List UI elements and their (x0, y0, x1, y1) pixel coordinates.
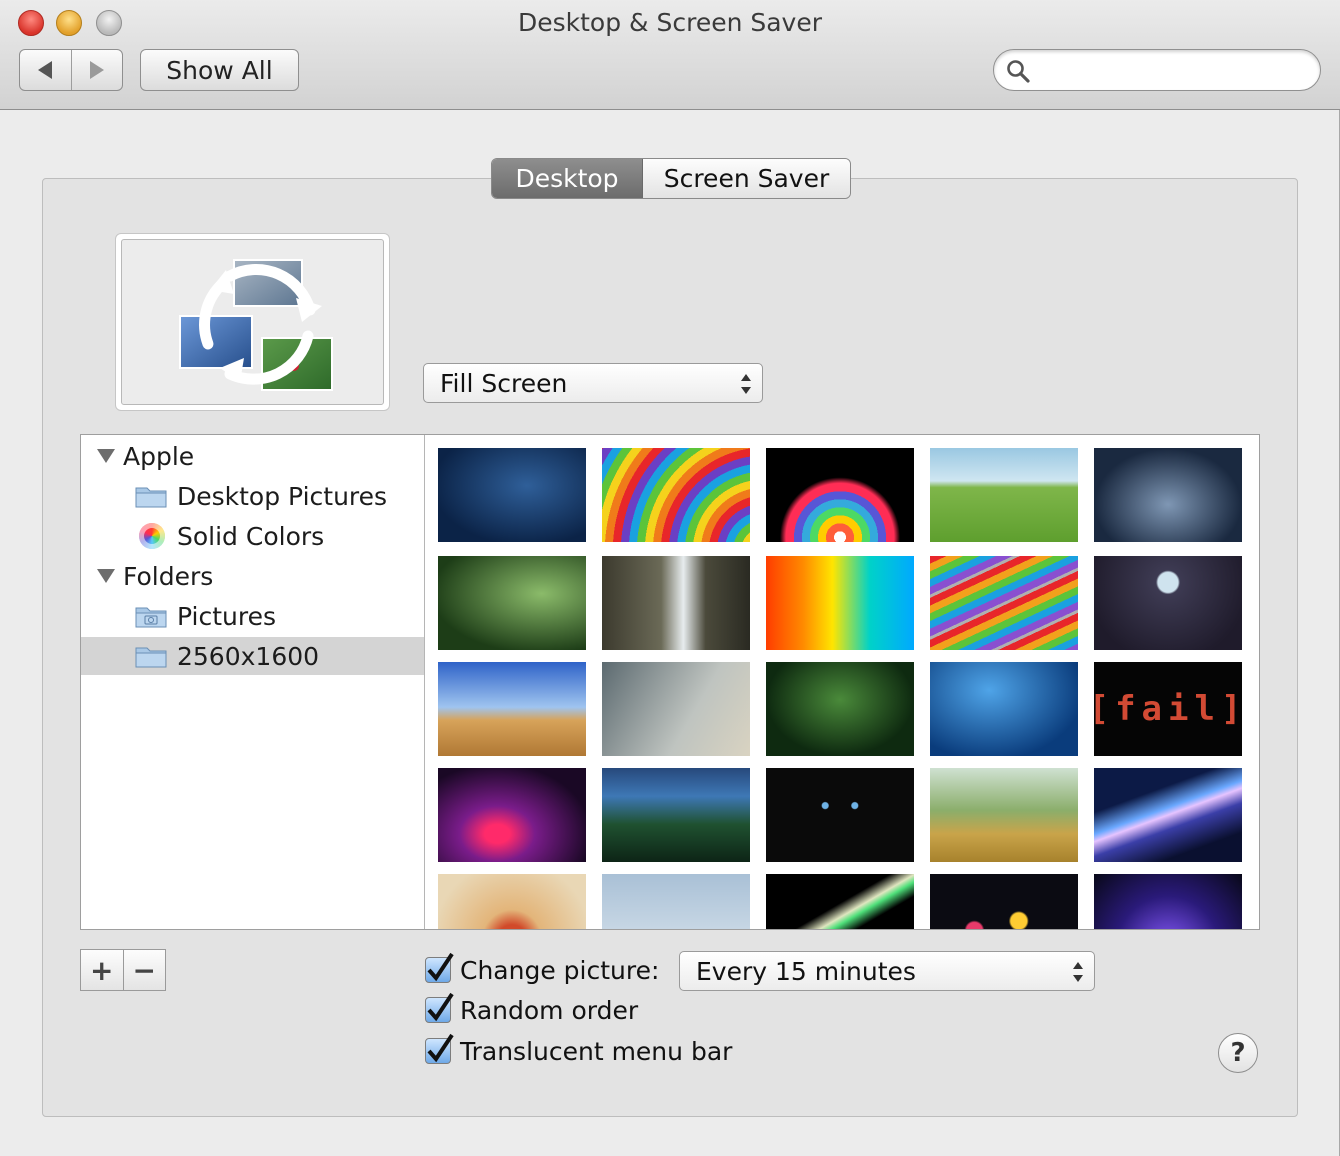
tab-control: Desktop Screen Saver (491, 158, 851, 199)
forward-arrow-icon (89, 61, 104, 79)
checkmark-icon (427, 952, 454, 982)
thumbnail-lego-stormtroopers[interactable] (1094, 448, 1242, 542)
thumbnail-rainbow-spiral[interactable] (602, 448, 750, 542)
updown-arrows-icon (741, 374, 751, 394)
sidebar-item-label: 2560x1600 (177, 641, 320, 671)
preferences-window: Desktop & Screen Saver Show All Desktop … (0, 0, 1340, 1156)
help-button[interactable]: ? (1218, 1033, 1258, 1073)
updown-arrows-icon (1073, 962, 1083, 982)
thumbnail-purple-swirl[interactable] (438, 768, 586, 862)
fit-mode-popup[interactable]: Fill Screen (423, 363, 763, 403)
thumbnail-fail-text[interactable]: [fail] (1089, 662, 1242, 756)
change-picture-label: Change picture: (460, 955, 660, 985)
search-icon (1007, 60, 1030, 83)
change-picture-row: Change picture: (425, 952, 659, 988)
disclosure-triangle-icon[interactable] (97, 449, 115, 463)
thumbnail-waterfall[interactable] (602, 556, 750, 650)
tab-desktop[interactable]: Desktop (492, 159, 643, 198)
translucent-menu-bar-label: Translucent menu bar (460, 1036, 733, 1066)
thumbnail-black-cat[interactable] (766, 768, 914, 862)
folder-icon (135, 487, 167, 508)
window-title: Desktop & Screen Saver (517, 8, 823, 37)
rotate-pictures-icon (179, 259, 333, 391)
thumbnail-color-pixels[interactable] (766, 556, 914, 650)
thumbnail-glass-marble[interactable] (1094, 556, 1242, 650)
thumbnail-bokeh-dark[interactable] (930, 874, 1078, 929)
title-bar: Desktop & Screen Saver Show All (0, 0, 1340, 110)
sidebar-group-apple[interactable]: Apple (81, 437, 424, 475)
search-field[interactable] (993, 49, 1321, 91)
back-button[interactable] (20, 50, 71, 90)
thumbnail-water-drops-glass[interactable] (602, 662, 750, 756)
thumbnail-snow-figures[interactable] (602, 874, 750, 929)
translucent-menu-bar-row: Translucent menu bar (425, 1033, 732, 1069)
change-interval-popup[interactable]: Every 15 minutes (679, 951, 1095, 991)
thumbnail-night-house[interactable] (602, 768, 750, 862)
thumbnail-tree-meadow[interactable] (930, 768, 1078, 862)
show-all-button[interactable]: Show All (140, 49, 299, 91)
random-order-label: Random order (460, 995, 639, 1025)
sidebar-item-label: Solid Colors (177, 521, 325, 551)
random-order-checkbox[interactable] (425, 992, 454, 1023)
thumbnail-dark-blue-texture[interactable] (438, 448, 586, 542)
disclosure-triangle-icon[interactable] (97, 569, 115, 583)
pictures-folder-icon (135, 607, 167, 628)
sidebar-item-2560x1600[interactable]: 2560x1600 (81, 637, 424, 675)
back-forward-control (19, 49, 123, 91)
translucent-menu-bar-checkbox[interactable] (425, 1033, 454, 1064)
remove-folder-button[interactable]: − (122, 950, 166, 990)
fit-mode-value: Fill Screen (440, 368, 568, 398)
color-wheel-icon (139, 523, 165, 549)
change-picture-checkbox[interactable] (425, 952, 454, 983)
sidebar-item-solid-colors[interactable]: Solid Colors (81, 517, 424, 555)
thumbnail-bokeh-purple[interactable] (1094, 874, 1242, 929)
add-remove-control: + − (80, 949, 166, 991)
change-interval-value: Every 15 minutes (696, 956, 916, 986)
forward-button[interactable] (70, 50, 123, 90)
checkmark-icon (427, 1033, 454, 1063)
thumbnail-dandelion[interactable] (766, 662, 914, 756)
tab-screen-saver[interactable]: Screen Saver (643, 159, 850, 198)
thumbnail-green-field[interactable] (930, 448, 1078, 542)
thumbnail-color-petals[interactable] (766, 448, 914, 542)
sidebar-item-desktop-pictures[interactable]: Desktop Pictures (81, 477, 424, 515)
back-arrow-icon (38, 61, 53, 79)
desktop-preview[interactable] (115, 233, 390, 411)
checkmark-icon (427, 992, 454, 1022)
add-folder-button[interactable]: + (81, 950, 123, 990)
thumbnail-pyramids[interactable] (438, 662, 586, 756)
thumbnail-floral-art[interactable] (438, 874, 586, 929)
thumbnail-blue-droplets[interactable] (930, 662, 1078, 756)
thumbnail-grid: [fail] (426, 435, 1259, 929)
sidebar-group-folders[interactable]: Folders (81, 557, 424, 595)
thumbnail-light-streaks[interactable] (1094, 768, 1242, 862)
source-list: Apple Desktop Pictures Solid Colors Fold… (81, 435, 425, 929)
sidebar-item-label: Folders (123, 561, 214, 591)
folder-icon (135, 647, 167, 668)
sidebar-item-label: Pictures (177, 601, 276, 631)
thumbnail-neon-lines[interactable] (766, 874, 914, 929)
thumbnail-leaf-droplets[interactable] (438, 556, 586, 650)
sidebar-item-pictures[interactable]: Pictures (81, 597, 424, 635)
thumbnail-colored-pencils[interactable] (930, 556, 1078, 650)
sidebar-item-label: Apple (123, 441, 195, 471)
sidebar-item-label: Desktop Pictures (177, 481, 388, 511)
picture-browser: Apple Desktop Pictures Solid Colors Fold… (80, 434, 1260, 930)
random-order-row: Random order (425, 992, 638, 1028)
